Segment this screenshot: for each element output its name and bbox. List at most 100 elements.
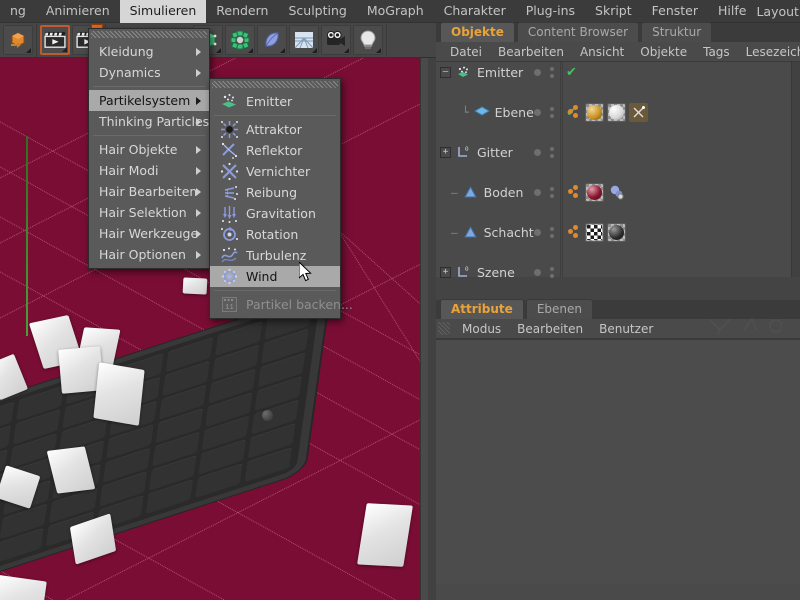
light-icon[interactable] — [353, 25, 383, 55]
paper-sheet — [0, 574, 47, 600]
visibility-dots[interactable] — [534, 226, 554, 238]
menu-item-simulieren[interactable]: Simulieren — [119, 0, 207, 23]
menu-item-skript[interactable]: Skript — [585, 0, 642, 23]
chevron-right-icon — [196, 68, 201, 77]
menu-item-partikelsystem[interactable]: Partikelsystem — [89, 90, 209, 111]
tag-list[interactable] — [568, 182, 626, 202]
menu-item-thinking-particles[interactable]: Thinking Particles — [89, 111, 209, 132]
undo-cube-icon[interactable] — [3, 25, 33, 55]
tab-ebenen[interactable]: Ebenen — [525, 299, 593, 319]
table-row[interactable]: └ Ebene ✔ — [436, 102, 800, 122]
material-gold-tag[interactable] — [585, 102, 604, 122]
menu-tearoff-handle[interactable] — [91, 31, 207, 38]
om-menu-bearbeiten[interactable]: Bearbeiten — [491, 44, 571, 60]
nurbs-icon[interactable] — [257, 25, 287, 55]
particle-tag-icon[interactable] — [568, 104, 582, 120]
tag-list[interactable] — [568, 102, 648, 122]
menu-item-reibung[interactable]: Reibung — [210, 182, 340, 203]
menu-item-hair-bearbeiten[interactable]: Hair Bearbeiten — [89, 181, 209, 202]
menu-item-hair-objekte[interactable]: Hair Objekte — [89, 139, 209, 160]
menu-item-hair-werkzeuge[interactable]: Hair Werkzeuge — [89, 223, 209, 244]
menu-item-plugins[interactable]: Plug-ins — [516, 0, 585, 23]
panel-grip-icon[interactable] — [438, 322, 450, 335]
tab-content-browser[interactable]: Content Browser — [516, 22, 640, 42]
object-name: Gitter — [477, 144, 513, 160]
floor-environment-icon[interactable] — [289, 25, 319, 55]
viewport-scrollbar-vertical[interactable] — [420, 58, 428, 600]
object-tree-scrollbar[interactable] — [791, 62, 800, 277]
tab-struktur[interactable]: Struktur — [641, 22, 713, 42]
material-checker-tag[interactable] — [585, 222, 604, 242]
camera-icon[interactable] — [321, 25, 351, 55]
layout-label: Layout: — [756, 3, 800, 19]
menu-item-hair-modi[interactable]: Hair Modi — [89, 160, 209, 181]
table-row[interactable]: – Schacht — [436, 222, 800, 242]
cone-object-icon — [463, 225, 478, 240]
menu-item-gravitation[interactable]: Gravitation — [210, 203, 340, 224]
menu-item-sculpting[interactable]: Sculpting — [278, 0, 356, 23]
om-menu-tags[interactable]: Tags — [696, 44, 737, 60]
expander-toggle[interactable]: + — [440, 266, 451, 278]
menu-simulieren-popup: Kleidung Dynamics Partikelsystem Thinkin… — [88, 28, 210, 269]
table-row[interactable]: – Emitter ✔ — [436, 62, 800, 82]
texture-tag[interactable] — [629, 102, 648, 122]
visibility-dots[interactable]: ✔ — [534, 65, 577, 80]
rotation-icon — [220, 225, 239, 244]
visibility-dots[interactable] — [534, 146, 554, 158]
menu-item-mograph[interactable]: MoGraph — [357, 0, 434, 23]
menu-item-rotation[interactable]: Rotation — [210, 224, 340, 245]
menu-item-reflektor[interactable]: Reflektor — [210, 140, 340, 161]
menu-item-attraktor[interactable]: Attraktor — [210, 119, 340, 140]
am-menu-bearbeiten[interactable]: Bearbeiten — [510, 321, 590, 337]
tab-attribute[interactable]: Attribute — [440, 299, 524, 319]
menu-item-fenster[interactable]: Fenster — [642, 0, 708, 23]
menu-item-charakter[interactable]: Charakter — [434, 0, 516, 23]
emitter-object-icon — [456, 65, 471, 80]
menu-partikelsystem-popup: Emitter Attraktor Reflektor Vernichter R… — [209, 78, 353, 319]
om-menu-datei[interactable]: Datei — [443, 44, 489, 60]
attribute-manager-body[interactable] — [436, 339, 800, 584]
visibility-dots[interactable] — [534, 266, 554, 278]
menu-item-hair-selektion[interactable]: Hair Selektion — [89, 202, 209, 223]
chevron-right-icon — [196, 208, 201, 217]
om-menu-ansicht[interactable]: Ansicht — [573, 44, 631, 60]
menu-item-kleidung[interactable]: Kleidung — [89, 41, 209, 62]
menu-item-hilfe[interactable]: Hilfe — [708, 0, 756, 23]
tag-list[interactable] — [568, 222, 626, 242]
bake-particles-icon: 11 — [220, 295, 239, 314]
render-view-icon[interactable] — [40, 25, 70, 55]
menu-item-emitter[interactable]: Emitter — [210, 91, 340, 112]
menu-item-animieren[interactable]: Animieren — [36, 0, 120, 23]
menu-item-wind[interactable]: Wind — [210, 266, 340, 287]
menu-item-0[interactable]: ng — [0, 0, 36, 23]
am-menu-benutzer[interactable]: Benutzer — [592, 321, 660, 337]
destructor-icon — [220, 162, 239, 181]
table-row[interactable]: + 0 Szene — [436, 262, 800, 282]
cinema4d-window: ng Animieren Simulieren Rendern Sculptin… — [0, 0, 800, 600]
table-row[interactable]: + 0 Gitter — [436, 142, 800, 162]
attribute-manager-menubar: Modus Bearbeiten Benutzer — [436, 317, 800, 339]
am-menu-modus[interactable]: Modus — [455, 321, 508, 337]
visibility-dots[interactable] — [534, 186, 554, 198]
spline-array-icon[interactable] — [225, 25, 255, 55]
menu-tearoff-handle[interactable] — [212, 81, 338, 88]
cloth-tag[interactable] — [607, 183, 626, 202]
menu-item-hair-optionen[interactable]: Hair Optionen — [89, 244, 209, 265]
expander-toggle[interactable]: – — [440, 66, 451, 78]
wind-icon — [220, 267, 239, 286]
tab-objekte[interactable]: Objekte — [440, 22, 515, 42]
menu-item-dynamics[interactable]: Dynamics — [89, 62, 209, 83]
expander-toggle[interactable]: + — [440, 146, 451, 158]
material-darkred-tag[interactable] — [585, 182, 604, 202]
object-tree[interactable]: – Emitter ✔ └ Ebene + 0 Gitter – Boden –… — [436, 62, 800, 280]
menu-item-vernichter[interactable]: Vernichter — [210, 161, 340, 182]
particle-tag-icon[interactable] — [568, 224, 582, 240]
menu-item-turbulenz[interactable]: Turbulenz — [210, 245, 340, 266]
om-menu-objekte[interactable]: Objekte — [633, 44, 694, 60]
material-black-tag[interactable] — [607, 222, 626, 242]
om-menu-lesezeichen[interactable]: Lesezeich — [739, 44, 800, 60]
material-white-tag[interactable] — [607, 102, 626, 122]
menu-item-rendern[interactable]: Rendern — [206, 0, 278, 23]
table-row[interactable]: – Boden — [436, 182, 800, 202]
particle-tag-icon[interactable] — [568, 184, 582, 200]
